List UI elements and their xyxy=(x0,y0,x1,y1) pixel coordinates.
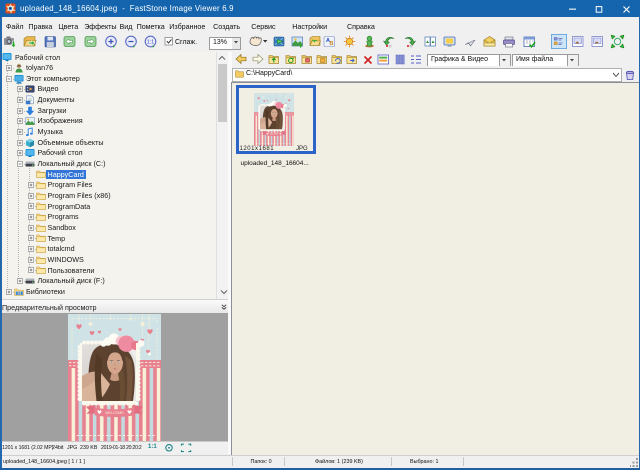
svg-text:1:1: 1:1 xyxy=(147,39,154,45)
svg-text:WELCOME: WELCOME xyxy=(105,411,124,415)
svg-text:B: B xyxy=(330,41,334,47)
